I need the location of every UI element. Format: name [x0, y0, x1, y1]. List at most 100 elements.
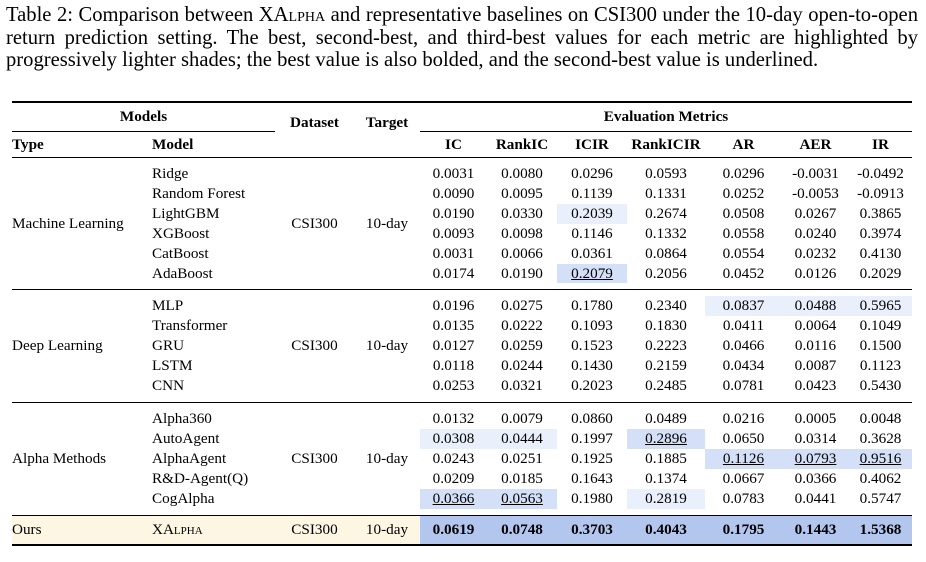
metric-cell: 0.0489	[627, 409, 705, 429]
metric-value: 0.1523	[571, 337, 613, 355]
ours-model-text: XAlpha	[152, 520, 203, 538]
metric-value: 0.0508	[722, 204, 765, 222]
model-name: CogAlpha	[152, 489, 215, 507]
metric-cell: 0.0667	[705, 469, 782, 489]
metric-cell: 0.1780	[557, 296, 627, 316]
metric-value: 0.2485	[645, 377, 687, 395]
metric-cell: 0.0064	[782, 316, 849, 336]
metric-cell: -0.0031	[782, 164, 849, 184]
metric-value: 0.1830	[645, 317, 687, 335]
metric-value: 0.0174	[432, 264, 475, 282]
table-row: Machine Learning Ridge CSI300 10-day 0.0031 0…	[12, 164, 912, 232]
metric-cell: 0.0090	[420, 184, 487, 204]
metric-cell: 0.0135	[420, 316, 487, 336]
metric-value: 0.0031	[432, 165, 475, 182]
metric-value: 0.1500	[859, 337, 902, 355]
metric-cell: 0.0174	[420, 264, 487, 284]
metric-value: 0.0252	[722, 184, 765, 202]
header-dataset: Dataset	[290, 113, 339, 131]
metric-cell: 0.0066	[487, 244, 557, 264]
model-name: R&D-Agent(Q)	[152, 469, 249, 487]
metric-cell: 0.2079	[557, 263, 627, 284]
metric-cell: 0.0259	[487, 336, 557, 356]
metric-value: 0.4130	[859, 244, 902, 262]
table-row: Alpha Methods Alpha360 CSI300 10-day 0.0132 0…	[12, 409, 912, 467]
model-name: MLP	[152, 297, 184, 315]
metric-cell: 0.0080	[487, 164, 557, 184]
metric-value: 0.0563	[501, 489, 543, 507]
metric-cell: 0.0132	[420, 409, 487, 429]
ours-dataset: CSI300	[275, 515, 354, 545]
metric-cell: 0.0243	[420, 449, 487, 469]
metric-cell: 0.1139	[557, 184, 627, 204]
metric-value: 0.1146	[571, 224, 613, 242]
metric-value: 0.0444	[501, 429, 543, 447]
metric-cell: 0.1830	[627, 316, 705, 336]
metric-cell: 0.0366	[420, 488, 487, 509]
metric-cell: 0.0864	[627, 244, 705, 264]
metric-cell: 0.0095	[487, 184, 557, 204]
metric-cell: 0.0116	[782, 336, 849, 356]
metric-cell: 0.0466	[705, 336, 782, 356]
metric-cell: 0.5747	[849, 489, 912, 509]
metric-value: -0.0053	[792, 184, 839, 202]
metric-cell: 0.0837	[705, 296, 782, 317]
metric-value: 0.1093	[571, 317, 613, 335]
metric-cell: 0.1523	[557, 336, 627, 356]
caption-lead: Table 2: Comparison between	[6, 4, 259, 26]
metric-cell: 0.0031	[420, 244, 487, 264]
metric-value: 0.0781	[722, 377, 765, 395]
header-metric-aer: AER	[799, 135, 832, 153]
metric-value: 0.0488	[794, 297, 837, 315]
ours-row: Ours XAlpha CSI300 10-day 0.0619 0.0748 0.3703…	[12, 515, 912, 545]
ours-type: Ours	[12, 515, 152, 545]
metric-cell: 0.0554	[705, 244, 782, 264]
group-target: 10-day	[365, 449, 409, 467]
header-metric-ir: IR	[872, 135, 889, 153]
metric-value: 0.0489	[645, 409, 687, 427]
metric-cell: 0.1925	[557, 449, 627, 469]
metric-cell: 0.0361	[557, 244, 627, 264]
metric-value: 0.2056	[645, 264, 687, 282]
metric-cell: 0.2340	[627, 296, 705, 316]
metric-value: 0.0098	[501, 224, 543, 242]
metric-cell: 0.3974	[849, 224, 912, 244]
metric-value: 0.2674	[645, 204, 687, 222]
metric-value: 0.0253	[432, 377, 475, 395]
metric-cell: 0.0079	[487, 409, 557, 429]
metric-value: 0.1331	[645, 184, 687, 202]
metric-cell: 0.3628	[849, 429, 912, 449]
metric-cell: 0.2485	[627, 376, 705, 396]
ours-metric-cell: 0.3703	[557, 515, 627, 545]
metric-value: 0.0650	[722, 429, 765, 447]
metric-cell: 0.2023	[557, 376, 627, 396]
metric-value: 0.0793	[794, 449, 837, 467]
metric-cell: 0.0308	[420, 428, 487, 449]
caption-system-name: XAlpha	[258, 4, 326, 26]
metric-cell: 0.1374	[627, 469, 705, 489]
metric-value: 0.0064	[794, 317, 837, 335]
metric-cell: 0.0783	[705, 489, 782, 509]
ours-metric-cell: 0.1795	[705, 515, 782, 545]
group-type: Deep Learning	[12, 337, 103, 355]
metric-cell: -0.0053	[782, 184, 849, 204]
group-target: 10-day	[365, 337, 409, 355]
metric-cell: 0.1500	[849, 336, 912, 356]
model-name: Alpha360	[152, 409, 212, 427]
metric-value: 0.0783	[722, 489, 765, 507]
metric-value: 0.2223	[645, 337, 687, 355]
metric-value: 0.0361	[571, 244, 613, 262]
metric-value: 0.0314	[794, 429, 837, 447]
metric-value: 0.1980	[571, 489, 613, 507]
metric-value: 0.0090	[432, 184, 475, 202]
metric-cell: 0.0452	[705, 264, 782, 284]
header-metric-rankic: RankIC	[495, 135, 549, 153]
metric-value: 0.0196	[432, 297, 475, 315]
metric-value: 0.0308	[432, 429, 475, 447]
metric-value: 0.1126	[722, 449, 765, 467]
metric-cell: 0.2029	[849, 264, 912, 284]
metric-value: 0.0118	[432, 357, 475, 375]
metric-value: 0.0259	[501, 337, 543, 355]
metric-value: 0.0185	[501, 469, 543, 487]
metric-value: 0.0087	[794, 357, 837, 375]
